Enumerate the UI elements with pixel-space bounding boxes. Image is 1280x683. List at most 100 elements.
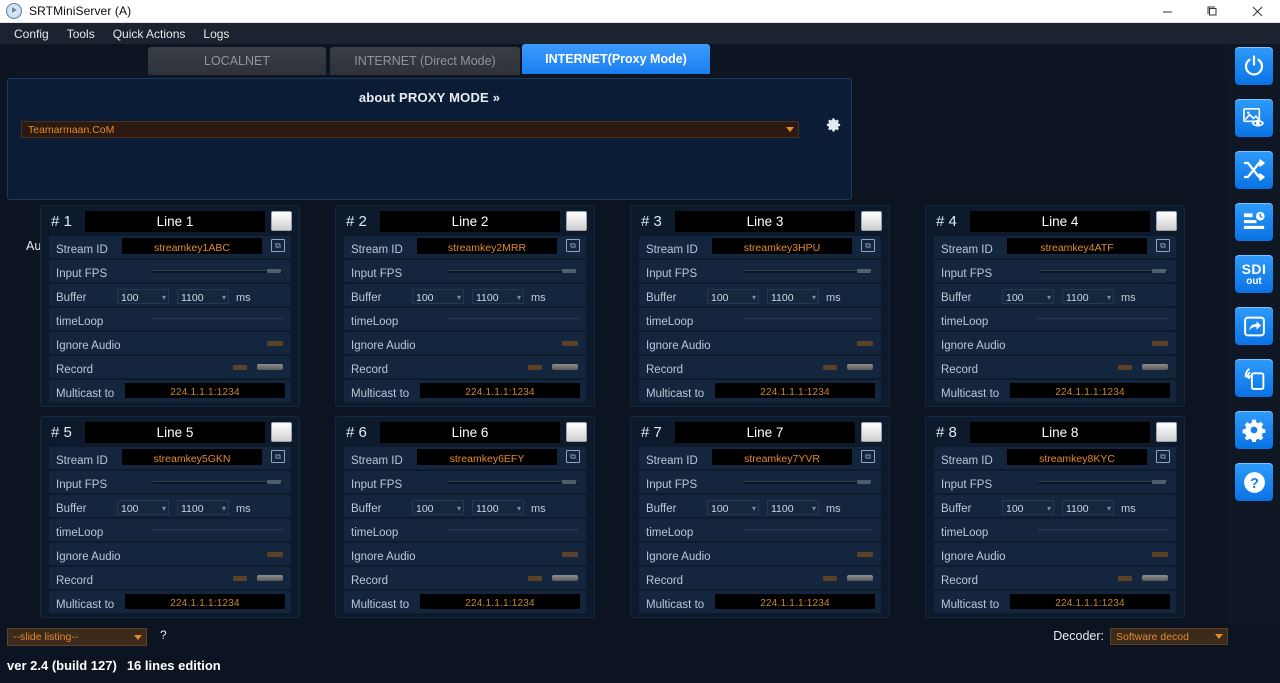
timeloop-slider[interactable] [153, 529, 283, 532]
buffer-min-stepper[interactable]: 100 ▾ [1002, 500, 1054, 515]
input-fps-slider[interactable] [153, 480, 283, 484]
buffer-min-stepper[interactable]: 100 ▾ [117, 289, 169, 304]
buffer-min-stepper[interactable]: 100 ▾ [117, 500, 169, 515]
settings-gear-icon[interactable] [1235, 411, 1273, 449]
copy-icon[interactable]: ⧉ [1156, 450, 1170, 463]
slider-knob[interactable] [267, 480, 281, 484]
record-button[interactable] [1142, 364, 1168, 370]
about-proxy-mode-link[interactable]: about PROXY MODE » [8, 90, 851, 105]
record-button[interactable] [257, 364, 283, 370]
ignore-audio-toggle[interactable] [267, 341, 283, 346]
buffer-max-stepper[interactable]: 1100 ▾ [177, 289, 229, 304]
record-toggle[interactable] [823, 365, 837, 370]
ignore-audio-toggle[interactable] [267, 552, 283, 557]
slider-knob[interactable] [562, 480, 576, 484]
stream-key-field[interactable]: streamkey7YVR [712, 449, 852, 465]
multicast-field[interactable]: 224.1.1.1:1234 [715, 594, 875, 609]
slider-knob[interactable] [1152, 480, 1166, 484]
record-toggle[interactable] [528, 365, 542, 370]
menu-item-logs[interactable]: Logs [194, 25, 238, 43]
slider-knob[interactable] [1152, 269, 1166, 273]
maximize-button[interactable] [1190, 0, 1235, 23]
buffer-min-stepper[interactable]: 100 ▾ [412, 289, 464, 304]
mobile-stream-icon[interactable] [1235, 359, 1273, 397]
chevron-down-icon[interactable]: ▾ [517, 505, 521, 513]
ignore-audio-toggle[interactable] [857, 552, 873, 557]
gear-icon[interactable] [823, 117, 843, 139]
line-name-input[interactable]: Line 5 [85, 421, 265, 443]
help-question-label[interactable]: ? [160, 628, 167, 642]
menu-item-config[interactable]: Config [5, 25, 58, 43]
line-enable-checkbox[interactable] [1156, 211, 1177, 231]
record-toggle[interactable] [823, 576, 837, 581]
stream-key-field[interactable]: streamkey5GKN [122, 449, 262, 465]
chevron-down-icon[interactable]: ▾ [1047, 505, 1051, 513]
stream-key-field[interactable]: streamkey6EFY [417, 449, 557, 465]
share-forward-icon[interactable] [1235, 307, 1273, 345]
buffer-max-stepper[interactable]: 1100 ▾ [472, 289, 524, 304]
buffer-max-stepper[interactable]: 1100 ▾ [177, 500, 229, 515]
copy-icon[interactable]: ⧉ [566, 239, 580, 252]
image-preview-icon[interactable] [1235, 99, 1273, 137]
line-name-input[interactable]: Line 2 [380, 210, 560, 232]
timeloop-slider[interactable] [743, 529, 873, 532]
sdi-out-icon[interactable]: SDI out [1235, 255, 1273, 293]
chevron-down-icon[interactable]: ▾ [1107, 505, 1111, 513]
record-button[interactable] [847, 575, 873, 581]
timeloop-slider[interactable] [1038, 318, 1168, 321]
buffer-max-stepper[interactable]: 1100 ▾ [472, 500, 524, 515]
chevron-down-icon[interactable]: ▾ [752, 505, 756, 513]
record-button[interactable] [552, 575, 578, 581]
multicast-field[interactable]: 224.1.1.1:1234 [715, 383, 875, 398]
timeloop-slider[interactable] [743, 318, 873, 321]
ignore-audio-toggle[interactable] [562, 341, 578, 346]
input-fps-slider[interactable] [743, 269, 873, 273]
stream-key-field[interactable]: streamkey3HPU [712, 238, 852, 254]
slider-knob[interactable] [562, 269, 576, 273]
input-fps-slider[interactable] [153, 269, 283, 273]
record-button[interactable] [847, 364, 873, 370]
chevron-down-icon[interactable]: ▾ [457, 294, 461, 302]
record-button[interactable] [1142, 575, 1168, 581]
buffer-max-stepper[interactable]: 1100 ▾ [767, 289, 819, 304]
record-toggle[interactable] [1118, 365, 1132, 370]
tab-internet-proxy-mode[interactable]: INTERNET(Proxy Mode) [522, 44, 710, 74]
ignore-audio-toggle[interactable] [1152, 341, 1168, 346]
line-enable-checkbox[interactable] [271, 211, 292, 231]
stream-key-field[interactable]: streamkey2MRR [417, 238, 557, 254]
record-toggle[interactable] [1118, 576, 1132, 581]
slider-knob[interactable] [857, 480, 871, 484]
line-enable-checkbox[interactable] [566, 422, 587, 442]
copy-icon[interactable]: ⧉ [566, 450, 580, 463]
slider-knob[interactable] [857, 269, 871, 273]
proxy-server-select[interactable]: Teamarmaan.CoM [21, 121, 799, 138]
slide-listing-select[interactable]: --slide listing-- [7, 628, 147, 646]
schedule-list-icon[interactable] [1235, 203, 1273, 241]
line-name-input[interactable]: Line 4 [970, 210, 1150, 232]
timeloop-slider[interactable] [448, 529, 578, 532]
menu-item-tools[interactable]: Tools [58, 25, 104, 43]
buffer-min-stepper[interactable]: 100 ▾ [1002, 289, 1054, 304]
line-enable-checkbox[interactable] [1156, 422, 1177, 442]
line-enable-checkbox[interactable] [861, 211, 882, 231]
chevron-down-icon[interactable]: ▾ [222, 294, 226, 302]
chevron-down-icon[interactable]: ▾ [812, 294, 816, 302]
ignore-audio-toggle[interactable] [1152, 552, 1168, 557]
input-fps-slider[interactable] [1038, 480, 1168, 484]
line-name-input[interactable]: Line 1 [85, 210, 265, 232]
record-toggle[interactable] [233, 365, 247, 370]
minimize-button[interactable] [1145, 0, 1190, 23]
timeloop-slider[interactable] [1038, 529, 1168, 532]
copy-icon[interactable]: ⧉ [1156, 239, 1170, 252]
copy-icon[interactable]: ⧉ [271, 450, 285, 463]
buffer-min-stepper[interactable]: 100 ▾ [707, 500, 759, 515]
chevron-down-icon[interactable]: ▾ [457, 505, 461, 513]
buffer-max-stepper[interactable]: 1100 ▾ [1062, 500, 1114, 515]
input-fps-slider[interactable] [1038, 269, 1168, 273]
line-name-input[interactable]: Line 6 [380, 421, 560, 443]
decoder-select[interactable]: Software decod [1110, 628, 1228, 645]
input-fps-slider[interactable] [743, 480, 873, 484]
chevron-down-icon[interactable]: ▾ [1047, 294, 1051, 302]
record-toggle[interactable] [528, 576, 542, 581]
stream-key-field[interactable]: streamkey4ATF [1007, 238, 1147, 254]
